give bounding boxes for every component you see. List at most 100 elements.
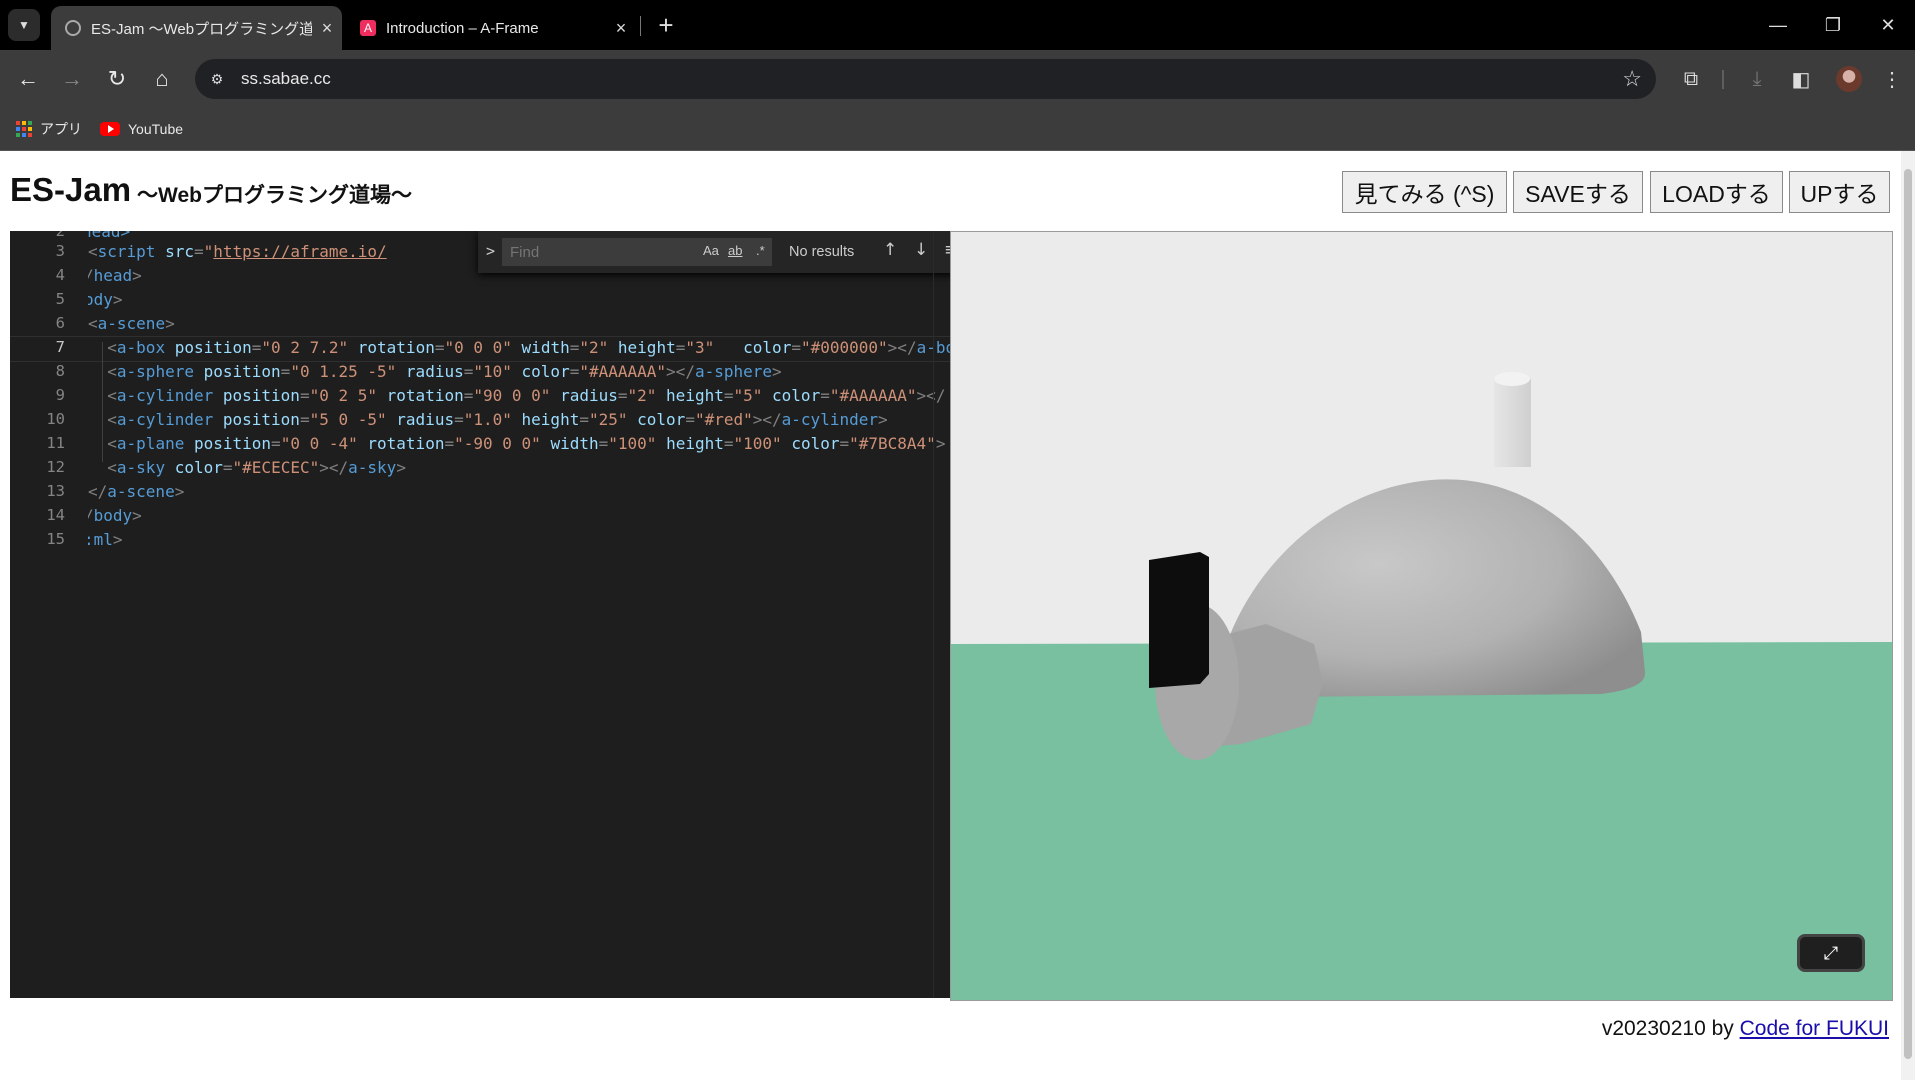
side-panel-icon[interactable]: ◧ (1787, 65, 1815, 93)
bookmark-label: YouTube (128, 121, 184, 137)
globe-icon (65, 20, 81, 36)
line-number: 5 (55, 290, 65, 308)
bookmark-star-icon[interactable]: ☆ (1622, 66, 1642, 92)
tab-title: Introduction – A-Frame (386, 19, 539, 37)
line-number: 10 (46, 410, 65, 428)
code-line: <a-plane position="0 0 -4" rotation="-90… (107, 434, 946, 453)
address-bar[interactable]: ⚙ ss.sabae.cc ☆ (195, 59, 1656, 99)
tab-title: ES-Jam ～Webプログラミング道場～ (91, 20, 312, 38)
page-content: ES-Jam ～Webプログラミング道場～ 見てみる (^S) SAVEする L… (0, 151, 1915, 1080)
line-number: 14 (46, 506, 65, 524)
door-box (1149, 552, 1209, 688)
footer-credit: v20230210 by Code for FUKUI (1602, 1017, 1889, 1041)
editor-scrollbar[interactable] (933, 231, 950, 998)
home-icon: ⌂ (155, 66, 169, 91)
close-window-button[interactable]: ✕ (1860, 0, 1915, 50)
page-title: ES-Jam (10, 171, 132, 208)
code-editor[interactable]: 2 3 4 5 6 7 8 9 10 11 12 13 14 15 head> … (10, 231, 950, 998)
chevron-right-icon[interactable]: > (486, 242, 495, 260)
match-case-toggle[interactable]: Aa (703, 243, 719, 258)
browser-toolbar: ← → ↻ ⌂ ⚙ ss.sabae.cc ☆ ⧉ | ⤓ ◧ ⋮ (0, 50, 1915, 108)
code-line: ody> (88, 290, 123, 309)
code-line: /body> (88, 506, 142, 525)
youtube-icon (100, 122, 120, 136)
code-line: <a-scene> (88, 314, 175, 333)
arrow-down-icon[interactable]: ↓ (914, 240, 928, 260)
line-number: 6 (55, 314, 65, 332)
profile-avatar[interactable] (1836, 66, 1862, 92)
tab-search-button[interactable]: ▼ (8, 9, 40, 41)
chimney (1494, 379, 1531, 467)
bookmark-apps[interactable]: アプリ (16, 118, 82, 140)
code-line: <a-sphere position="0 1.25 -5" radius="1… (107, 362, 782, 381)
line-number: 2 (55, 231, 65, 240)
download-icon[interactable]: ⤓ (1743, 65, 1771, 93)
extensions-icon[interactable]: ⧉ (1677, 65, 1705, 93)
site-info-icon[interactable]: ⚙ (205, 67, 229, 91)
ground-plane (951, 642, 1892, 1000)
close-tab-icon[interactable]: × (606, 18, 636, 39)
line-number: 9 (55, 386, 65, 404)
home-button[interactable]: ⌂ (146, 63, 178, 95)
version-text: v20230210 by (1601, 1017, 1734, 1040)
find-result-count: No results (789, 244, 855, 260)
scene-canvas (951, 232, 1892, 1000)
toolbar-divider: | (1720, 67, 1726, 90)
reload-button[interactable]: ↻ (101, 63, 133, 95)
line-number: 8 (55, 362, 65, 380)
scrollbar-thumb[interactable] (1904, 169, 1912, 1059)
bookmark-label: アプリ (40, 121, 82, 137)
bookmark-youtube[interactable]: YouTube (100, 118, 183, 140)
code-line: <a-sky color="#ECECEC"></a-sky> (107, 458, 406, 477)
code-for-fukui-link[interactable]: Code for FUKUI (1740, 1017, 1889, 1040)
line-number-gutter: 2 3 4 5 6 7 8 9 10 11 12 13 14 15 (10, 231, 65, 998)
code-text-area[interactable]: head> <script src="https://aframe.io/ /h… (88, 231, 950, 998)
code-line: <a-cylinder position="5 0 -5" radius="1.… (107, 410, 888, 429)
plus-icon: + (658, 9, 674, 40)
up-button[interactable]: UPする (1789, 171, 1890, 213)
save-button[interactable]: SAVEする (1513, 171, 1643, 213)
code-line: head> (88, 231, 131, 241)
line-number: 4 (55, 266, 65, 284)
aframe-icon: A (360, 20, 376, 36)
arrow-left-icon: ← (17, 66, 39, 91)
code-line: :ml> (88, 530, 123, 549)
menu-kebab-icon[interactable]: ⋮ (1878, 65, 1906, 93)
forward-button[interactable]: → (56, 63, 88, 95)
load-button[interactable]: LOADする (1650, 171, 1783, 213)
back-button[interactable]: ← (12, 63, 44, 95)
code-line: </a-scene> (88, 482, 185, 501)
close-tab-icon[interactable]: × (312, 18, 342, 39)
bookmarks-bar: アプリ YouTube (0, 108, 1915, 151)
reload-icon: ↻ (107, 66, 127, 91)
preview-button[interactable]: 見てみる (^S) (1342, 171, 1507, 213)
line-number: 13 (46, 482, 65, 500)
line-number: 11 (46, 434, 65, 452)
tab-aframe[interactable]: A Introduction – A-Frame × (346, 6, 636, 50)
browser-titlebar: ▼ ES-Jam ～Webプログラミング道場～ × A Introduction… (0, 0, 1915, 50)
line-number: 3 (55, 242, 65, 260)
chimney-top (1494, 372, 1530, 386)
apps-grid-icon (16, 121, 32, 137)
new-tab-button[interactable]: + (650, 9, 682, 41)
minimize-button[interactable]: — (1750, 0, 1806, 50)
scene-preview[interactable]: ⤢ (950, 231, 1893, 1001)
page-scrollbar[interactable] (1901, 151, 1915, 1080)
chevron-down-icon: ▼ (18, 18, 30, 32)
restore-button[interactable]: ❐ (1805, 0, 1861, 50)
page-subtitle: ～Webプログラミング道場～ (137, 184, 412, 207)
minimize-icon: — (1769, 14, 1787, 35)
line-number: 7 (55, 338, 65, 356)
code-line: <a-cylinder position="0 2 5" rotation="9… (107, 386, 946, 405)
match-whole-word-toggle[interactable]: ab (728, 243, 742, 258)
url-text: ss.sabae.cc (241, 69, 331, 88)
line-number: 12 (46, 458, 65, 476)
tab-es-jam[interactable]: ES-Jam ～Webプログラミング道場～ × (51, 6, 342, 50)
close-icon: ✕ (1880, 14, 1896, 35)
tab-separator (640, 16, 641, 36)
fullscreen-icon[interactable]: ⤢ (1797, 934, 1865, 972)
find-widget: > Aa ab .* No results ↑ ↓ ≡ ✕ (478, 231, 950, 273)
arrow-up-icon[interactable]: ↑ (883, 240, 897, 260)
regex-toggle[interactable]: .* (756, 243, 765, 258)
arrow-right-icon: → (61, 66, 83, 91)
